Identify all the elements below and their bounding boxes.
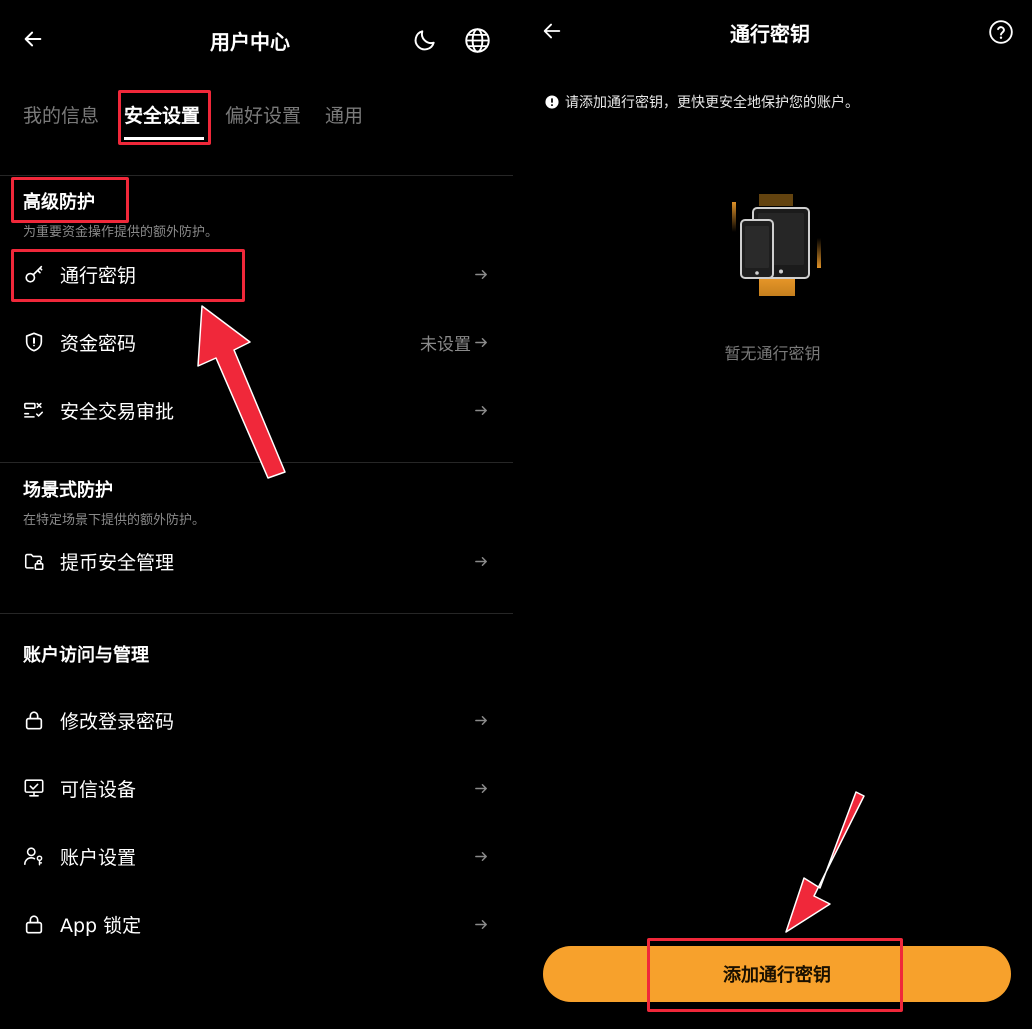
section-desc-scenario-protection: 在特定场景下提供的额外防护。	[23, 513, 206, 528]
arrow-right-icon	[473, 553, 489, 569]
settings-row-passkey[interactable]: 通行密钥	[0, 246, 513, 302]
arrow-right-icon	[473, 848, 489, 864]
arrow-right-icon	[473, 402, 489, 418]
arrow-right-icon	[473, 780, 489, 796]
notice-text: 请添加通行密钥，更快更安全地保护您的账户。	[565, 95, 859, 111]
help-button[interactable]	[987, 18, 1015, 46]
back-button[interactable]	[20, 26, 46, 52]
settings-row-account-settings[interactable]: 账户设置	[0, 828, 513, 884]
arrow-right-icon	[473, 334, 489, 350]
back-button[interactable]	[539, 18, 565, 44]
monitor-check-icon	[22, 776, 46, 800]
language-button[interactable]	[462, 25, 492, 55]
user-settings-icon	[22, 844, 46, 868]
arrow-right-icon	[473, 712, 489, 728]
arrow-left-icon	[24, 31, 42, 47]
row-label: 通行密钥	[60, 264, 137, 287]
settings-row-app-lock[interactable]: App 锁定	[0, 896, 513, 952]
devices-illustration-icon	[732, 194, 821, 296]
arrow-right-icon	[473, 266, 489, 282]
add-passkey-button[interactable]: 添加通行密钥	[543, 946, 1011, 1002]
row-label: 账户设置	[60, 846, 137, 869]
row-label: 资金密码	[60, 332, 137, 355]
checklist-icon	[22, 398, 46, 422]
settings-row-change-login-password[interactable]: 修改登录密码	[0, 692, 513, 748]
tab-preferences[interactable]: 偏好设置	[225, 101, 301, 128]
page-title: 通行密钥	[730, 22, 810, 46]
page-title: 用户中心	[210, 30, 290, 54]
empty-state-text: 暂无通行密钥	[724, 344, 821, 363]
section-title-account-access: 账户访问与管理	[23, 645, 149, 666]
lock-icon	[22, 912, 46, 936]
annotation-arrow-down	[785, 791, 865, 933]
settings-row-withdrawal-security[interactable]: 提币安全管理	[0, 533, 513, 589]
passkey-panel: 通行密钥 请添加通行密钥，更快更安全地保护您的账户。 暂无通行密钥 添加通行密钥	[513, 0, 1032, 1029]
user-center-panel: 用户中心 我的信息 安全设置 偏好设置 通用 高级防护 为重要资金操作提供的额外…	[0, 0, 513, 1029]
folder-lock-icon	[22, 549, 46, 573]
shield-icon	[22, 330, 46, 354]
question-circle-icon	[989, 20, 1013, 44]
row-label: App 锁定	[60, 914, 142, 937]
arrow-right-icon	[473, 916, 489, 932]
arrow-left-icon	[543, 23, 561, 39]
exclamation-circle-icon	[545, 95, 559, 109]
annotation-arrow-up	[197, 305, 286, 479]
section-title-scenario-protection: 场景式防护	[23, 480, 113, 501]
settings-row-trusted-devices[interactable]: 可信设备	[0, 760, 513, 816]
key-icon	[22, 262, 46, 286]
tab-my-info[interactable]: 我的信息	[23, 101, 99, 128]
notice-banner: 请添加通行密钥，更快更安全地保护您的账户。	[545, 92, 859, 112]
active-tab-indicator	[124, 137, 204, 140]
row-label: 可信设备	[60, 778, 137, 801]
row-status: 未设置	[420, 334, 471, 355]
row-label: 修改登录密码	[60, 710, 175, 733]
row-label: 提币安全管理	[60, 551, 175, 574]
section-desc-advanced-protection: 为重要资金操作提供的额外防护。	[23, 225, 219, 240]
tab-general[interactable]: 通用	[325, 101, 363, 128]
divider	[0, 175, 513, 176]
divider	[0, 613, 513, 614]
section-title-advanced-protection: 高级防护	[23, 192, 95, 213]
row-label: 安全交易审批	[60, 400, 175, 423]
dark-mode-button[interactable]	[411, 26, 439, 54]
tab-security-settings[interactable]: 安全设置	[124, 101, 200, 128]
lock-icon	[22, 708, 46, 732]
moon-icon	[414, 30, 435, 51]
globe-icon	[464, 27, 490, 53]
